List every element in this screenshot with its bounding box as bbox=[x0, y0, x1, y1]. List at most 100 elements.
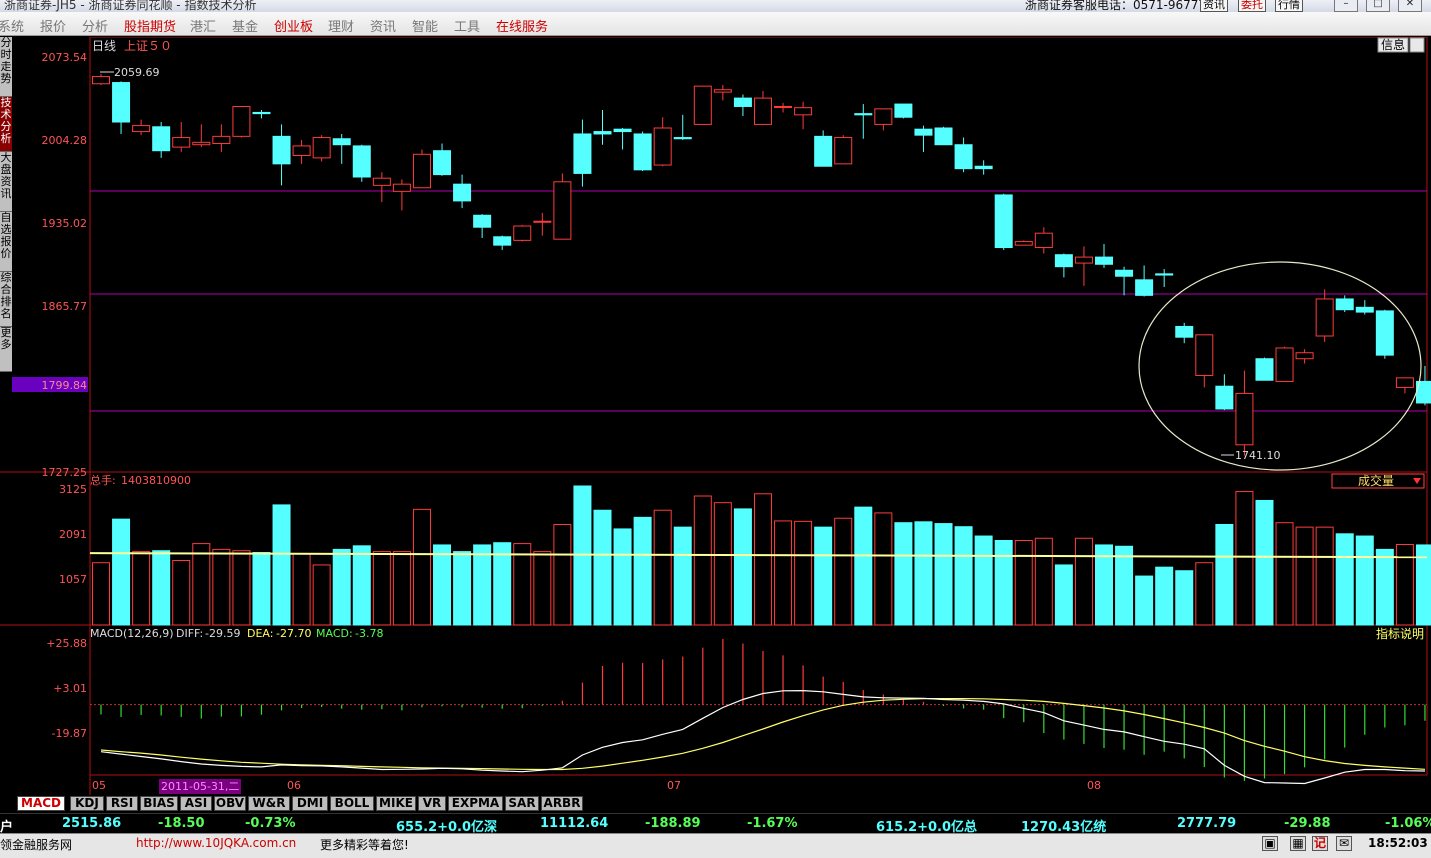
candle-body bbox=[774, 105, 793, 108]
volume-bar bbox=[1034, 537, 1053, 626]
menu-item-10[interactable]: 工具 bbox=[454, 16, 480, 35]
volume-bar bbox=[312, 564, 331, 626]
macd-tick-label: -19.87 bbox=[52, 727, 87, 740]
volume-bar bbox=[272, 504, 291, 626]
maximize-icon[interactable]: □ bbox=[1366, 0, 1390, 12]
news-button[interactable]: 资讯 bbox=[1200, 0, 1228, 12]
indicator-tab-macd[interactable]: MACD bbox=[17, 796, 65, 811]
brand-label: 领金融服务网 bbox=[0, 838, 73, 852]
max-price-label: 2059.69 bbox=[114, 66, 160, 79]
candle-body bbox=[974, 165, 993, 170]
volume-bar bbox=[473, 544, 492, 626]
candle-body bbox=[392, 183, 411, 192]
info-button-label[interactable]: 信息 bbox=[1381, 37, 1405, 52]
candle-body bbox=[192, 141, 211, 146]
menu-item-9[interactable]: 智能 bbox=[412, 16, 438, 35]
volume-bar bbox=[733, 508, 752, 626]
candle-body bbox=[513, 225, 532, 241]
volume-bar bbox=[132, 551, 151, 626]
ticker-item-10: 2777.79 bbox=[1177, 816, 1237, 831]
volume-bar bbox=[1315, 526, 1334, 626]
menu-item-4[interactable]: 港汇 bbox=[190, 16, 216, 35]
quote-button[interactable]: 行情 bbox=[1275, 0, 1303, 12]
candle-body bbox=[1074, 256, 1093, 264]
menu-item-8[interactable]: 资讯 bbox=[370, 16, 396, 35]
indicator-tab-wr[interactable]: W&R bbox=[248, 796, 290, 811]
candle-body bbox=[533, 220, 552, 223]
indicator-tab-asi[interactable]: ASI bbox=[180, 796, 212, 811]
trade-button[interactable]: 委托 bbox=[1238, 0, 1266, 12]
menu-item-2[interactable]: 分析 bbox=[82, 16, 108, 35]
volume-bar bbox=[774, 520, 793, 626]
volume-indicator-label[interactable]: 成交量 bbox=[1358, 473, 1394, 488]
macd-tick-label: +3.01 bbox=[53, 682, 87, 695]
volume-tick-label: 1057 bbox=[59, 573, 87, 586]
macd-diff-value: -29.59 bbox=[205, 627, 240, 640]
volume-bar bbox=[994, 539, 1013, 626]
volume-bar bbox=[974, 535, 993, 626]
candle-body bbox=[673, 137, 692, 140]
chart-stage[interactable]: 日线 上证５０ 信息 2073.54 2004.28 1935.02 1865.77 1727… bbox=[0, 37, 1431, 797]
volume-bar bbox=[392, 551, 411, 626]
candle-body bbox=[753, 97, 772, 125]
candle-body bbox=[493, 236, 512, 246]
candle-body bbox=[874, 108, 893, 125]
volume-bar bbox=[172, 560, 191, 626]
monitor-icon[interactable]: ▣ bbox=[1262, 836, 1278, 851]
indicator-tab-dmi[interactable]: DMI bbox=[292, 796, 328, 811]
volume-bar bbox=[533, 551, 552, 626]
close-pane-icon[interactable] bbox=[1409, 37, 1425, 53]
candle-body bbox=[312, 137, 331, 159]
candle-body bbox=[232, 105, 251, 137]
candle-body bbox=[1215, 385, 1234, 410]
candle-body bbox=[152, 126, 171, 152]
close-icon[interactable]: ✕ bbox=[1398, 0, 1422, 12]
volume-bar bbox=[1335, 533, 1354, 626]
period-label: 日线 bbox=[92, 39, 116, 53]
index-name: 上证５０ bbox=[124, 39, 172, 53]
volume-bar bbox=[613, 528, 632, 626]
menu-item-3[interactable]: 股指期货 bbox=[124, 16, 176, 35]
candle-body bbox=[613, 128, 632, 133]
indicator-tab-boll[interactable]: BOLL bbox=[330, 796, 374, 811]
macd-macd-value: -3.78 bbox=[355, 627, 383, 640]
indicator-tab-sar[interactable]: SAR bbox=[505, 796, 539, 811]
candle-body bbox=[1014, 241, 1033, 246]
volume-bar bbox=[954, 526, 973, 626]
candle-body bbox=[92, 76, 110, 85]
price-tick-label: 1727.25 bbox=[42, 466, 88, 479]
candle-body bbox=[573, 133, 592, 174]
site-link[interactable]: http://www.10JQKA.com.cn bbox=[136, 836, 296, 850]
macd-diff-label: DIFF: bbox=[176, 627, 203, 640]
message-icon[interactable]: ✉ bbox=[1336, 836, 1352, 851]
menu-item-11[interactable]: 在线服务 bbox=[496, 16, 548, 35]
candle-body bbox=[1255, 358, 1274, 381]
menu-item-7[interactable]: 理财 bbox=[328, 16, 354, 35]
volume-bar bbox=[894, 522, 913, 626]
indicator-tab-mike[interactable]: MIKE bbox=[376, 796, 416, 811]
indicator-help-button[interactable]: 指标说明 bbox=[1376, 626, 1424, 641]
menu-item-0[interactable]: 系统 bbox=[0, 16, 24, 35]
indicator-tab-expma[interactable]: EXPMA bbox=[448, 796, 503, 811]
candle-body bbox=[733, 97, 752, 107]
menu-item-5[interactable]: 基金 bbox=[232, 16, 258, 35]
menu-item-6[interactable]: 创业板 bbox=[274, 16, 313, 35]
indicator-tab-arbr[interactable]: ARBR bbox=[541, 796, 583, 811]
candle-body bbox=[252, 111, 271, 115]
indicator-tab-vr[interactable]: VR bbox=[418, 796, 446, 811]
candle-body bbox=[453, 183, 472, 202]
indicator-tab-kdj[interactable]: KDJ bbox=[70, 796, 104, 811]
candle-body bbox=[593, 131, 612, 135]
menu-item-1[interactable]: 报价 bbox=[40, 16, 66, 35]
indicator-tab-obv[interactable]: OBV bbox=[214, 796, 246, 811]
volume-bar bbox=[1135, 575, 1154, 626]
record-icon[interactable]: 记 bbox=[1312, 836, 1328, 851]
candle-body bbox=[894, 103, 913, 118]
indicator-tab-rsi[interactable]: RSI bbox=[106, 796, 138, 811]
indicator-tab-bias[interactable]: BIAS bbox=[140, 796, 178, 811]
minimize-icon[interactable]: – bbox=[1334, 0, 1358, 12]
candle-body bbox=[332, 138, 351, 146]
chart-icon[interactable]: ▦ bbox=[1290, 836, 1306, 851]
candle-body bbox=[1395, 377, 1414, 388]
volume-bar bbox=[914, 521, 933, 626]
